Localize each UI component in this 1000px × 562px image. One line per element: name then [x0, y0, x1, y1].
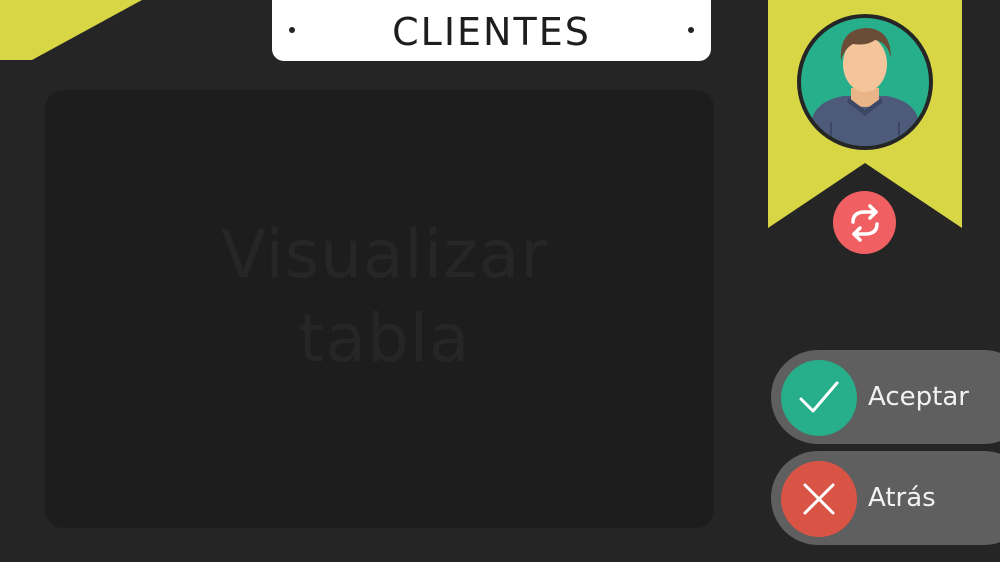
title-dot-left: [289, 27, 295, 33]
table-placeholder-text: Visualizar tabla: [221, 213, 549, 381]
accept-circle: [781, 360, 857, 436]
table-placeholder-line1: Visualizar: [220, 216, 549, 293]
title-tab: CLIENTES: [272, 0, 711, 61]
accept-button[interactable]: Aceptar: [771, 350, 1000, 444]
corner-accent: [0, 0, 142, 60]
back-button[interactable]: Atrás: [771, 451, 1000, 545]
page-title: CLIENTES: [392, 9, 591, 54]
close-icon: [803, 483, 835, 515]
user-avatar-icon[interactable]: [795, 12, 935, 152]
check-icon: [799, 381, 839, 413]
table-placeholder-line2: tabla: [298, 300, 471, 377]
back-circle: [781, 461, 857, 537]
back-label: Atrás: [868, 483, 936, 513]
accept-label: Aceptar: [868, 382, 969, 412]
table-view-panel[interactable]: Visualizar tabla: [45, 90, 714, 528]
title-dot-right: [688, 27, 694, 33]
swap-button[interactable]: [833, 191, 896, 254]
swap-arrows-icon: [850, 203, 879, 242]
